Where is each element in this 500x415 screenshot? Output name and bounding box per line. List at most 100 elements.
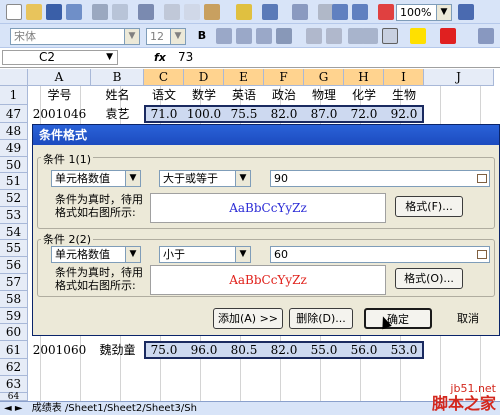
column-header-a[interactable]: A <box>28 69 91 86</box>
condition-1-operator-select[interactable]: 大于或等于 ▼ <box>159 170 251 187</box>
help-icon[interactable] <box>458 4 474 20</box>
chart-icon[interactable] <box>378 4 394 20</box>
condition-2-value-input[interactable]: 60 <box>270 246 490 263</box>
row-header-49[interactable]: 49 <box>0 140 28 157</box>
range-picker-icon[interactable] <box>477 250 487 259</box>
merge-center-icon[interactable] <box>276 28 292 44</box>
row-header-48[interactable]: 48 <box>0 123 28 140</box>
cancel-button[interactable]: 取消 <box>440 308 496 329</box>
zoom-select[interactable]: 100% ▼ <box>396 4 452 21</box>
font-size-select[interactable]: 12 ▼ <box>146 28 186 45</box>
redo-icon[interactable] <box>292 4 308 20</box>
column-header-j[interactable]: J <box>424 69 494 86</box>
bold-button[interactable]: B <box>194 28 210 44</box>
print-preview-icon[interactable] <box>112 4 128 20</box>
cell-c1[interactable]: 语文 <box>144 86 184 105</box>
row-header-62[interactable]: 62 <box>0 359 28 376</box>
row-header-53[interactable]: 53 <box>0 207 28 224</box>
cell-c61[interactable]: 75.0 <box>144 341 184 359</box>
cell-a61[interactable]: 2001060 <box>28 341 91 359</box>
cell-h1[interactable]: 化学 <box>344 86 384 105</box>
increase-indent-icon[interactable] <box>362 28 378 44</box>
save-icon[interactable] <box>46 4 62 20</box>
row-header-59[interactable]: 59 <box>0 308 28 324</box>
cell-i61[interactable]: 53.0 <box>384 341 424 359</box>
row-header-58[interactable]: 58 <box>0 291 28 308</box>
name-box[interactable]: C2 ▼ <box>2 50 118 65</box>
permission-icon[interactable] <box>66 4 82 20</box>
sort-desc-icon[interactable] <box>352 4 368 20</box>
row-header-1[interactable]: 1 <box>0 86 28 105</box>
condition-1-format-button[interactable]: 格式(F)... <box>395 196 463 217</box>
cell-b1[interactable]: 姓名 <box>91 86 144 105</box>
cell-c47[interactable]: 71.0 <box>144 105 184 123</box>
cell-b61[interactable]: 魏劲童 <box>91 341 144 359</box>
condition-2-format-button[interactable]: 格式(O)... <box>395 268 463 289</box>
row-header-55[interactable]: 55 <box>0 240 28 257</box>
paste-icon[interactable] <box>204 4 220 20</box>
row-header-63[interactable]: 63 <box>0 376 28 393</box>
row-header-52[interactable]: 52 <box>0 190 28 207</box>
row-header-56[interactable]: 56 <box>0 257 28 274</box>
ok-button[interactable]: 确定 <box>364 308 432 329</box>
open-icon[interactable] <box>26 4 42 20</box>
cell-d61[interactable]: 96.0 <box>184 341 224 359</box>
row-header-57[interactable]: 57 <box>0 274 28 291</box>
column-header-b[interactable]: B <box>91 69 144 86</box>
sort-asc-icon[interactable] <box>332 4 348 20</box>
column-header-e[interactable]: E <box>224 69 264 86</box>
column-header-h[interactable]: H <box>344 69 384 86</box>
cell-h61[interactable]: 56.0 <box>344 341 384 359</box>
fill-color-icon[interactable] <box>410 28 426 44</box>
cell-e47[interactable]: 75.5 <box>224 105 264 123</box>
cell-i1[interactable]: 生物 <box>384 86 424 105</box>
formula-value[interactable]: 73 <box>178 50 193 64</box>
undo-icon[interactable] <box>262 4 278 20</box>
new-icon[interactable] <box>6 4 22 20</box>
cell-a47[interactable]: 2001046 <box>28 105 91 123</box>
column-header-i[interactable]: I <box>384 69 424 86</box>
range-picker-icon[interactable] <box>477 174 487 183</box>
row-header-60[interactable]: 60 <box>0 324 28 341</box>
cell-h47[interactable]: 72.0 <box>344 105 384 123</box>
print-icon[interactable] <box>92 4 108 20</box>
add-button[interactable]: 添加(A) >> <box>213 308 283 329</box>
function-icon[interactable]: fx <box>154 51 166 64</box>
cell-f1[interactable]: 政治 <box>264 86 304 105</box>
cell-b47[interactable]: 袁艺 <box>91 105 144 123</box>
delete-button[interactable]: 删除(D)... <box>289 308 353 329</box>
decrease-decimal-icon[interactable] <box>326 28 342 44</box>
row-header-64[interactable]: 64 <box>0 393 28 402</box>
tab-nav-icon[interactable]: ◄ ► <box>4 403 23 414</box>
row-header-51[interactable]: 51 <box>0 173 28 190</box>
row-header-54[interactable]: 54 <box>0 224 28 240</box>
toolbar-options-icon[interactable] <box>478 28 494 44</box>
font-color-icon[interactable] <box>440 28 456 44</box>
cell-g61[interactable]: 55.0 <box>304 341 344 359</box>
align-right-icon[interactable] <box>256 28 272 44</box>
cell-d47[interactable]: 100.0 <box>184 105 224 123</box>
column-header-f[interactable]: F <box>264 69 304 86</box>
copy-icon[interactable] <box>184 4 200 20</box>
cell-f47[interactable]: 82.0 <box>264 105 304 123</box>
corner-select-all[interactable] <box>0 69 28 86</box>
cell-f61[interactable]: 82.0 <box>264 341 304 359</box>
column-header-c[interactable]: C <box>144 69 184 86</box>
condition-2-type-select[interactable]: 单元格数值 ▼ <box>51 246 141 263</box>
cell-i47[interactable]: 92.0 <box>384 105 424 123</box>
condition-2-operator-select[interactable]: 小于 ▼ <box>159 246 251 263</box>
cell-d1[interactable]: 数学 <box>184 86 224 105</box>
column-header-d[interactable]: D <box>184 69 224 86</box>
condition-1-type-select[interactable]: 单元格数值 ▼ <box>51 170 141 187</box>
cell-g1[interactable]: 物理 <box>304 86 344 105</box>
align-left-icon[interactable] <box>216 28 232 44</box>
cell-a1[interactable]: 学号 <box>28 86 91 105</box>
cut-icon[interactable] <box>164 4 180 20</box>
column-header-g[interactable]: G <box>304 69 344 86</box>
condition-1-value-input[interactable]: 90 <box>270 170 490 187</box>
format-painter-icon[interactable] <box>236 4 252 20</box>
row-header-61[interactable]: 61 <box>0 341 28 359</box>
borders-icon[interactable] <box>382 28 398 44</box>
sheet-tabs[interactable]: 成绩表 /Sheet1/Sheet2/Sheet3/Sh <box>32 403 197 414</box>
row-header-50[interactable]: 50 <box>0 157 28 173</box>
